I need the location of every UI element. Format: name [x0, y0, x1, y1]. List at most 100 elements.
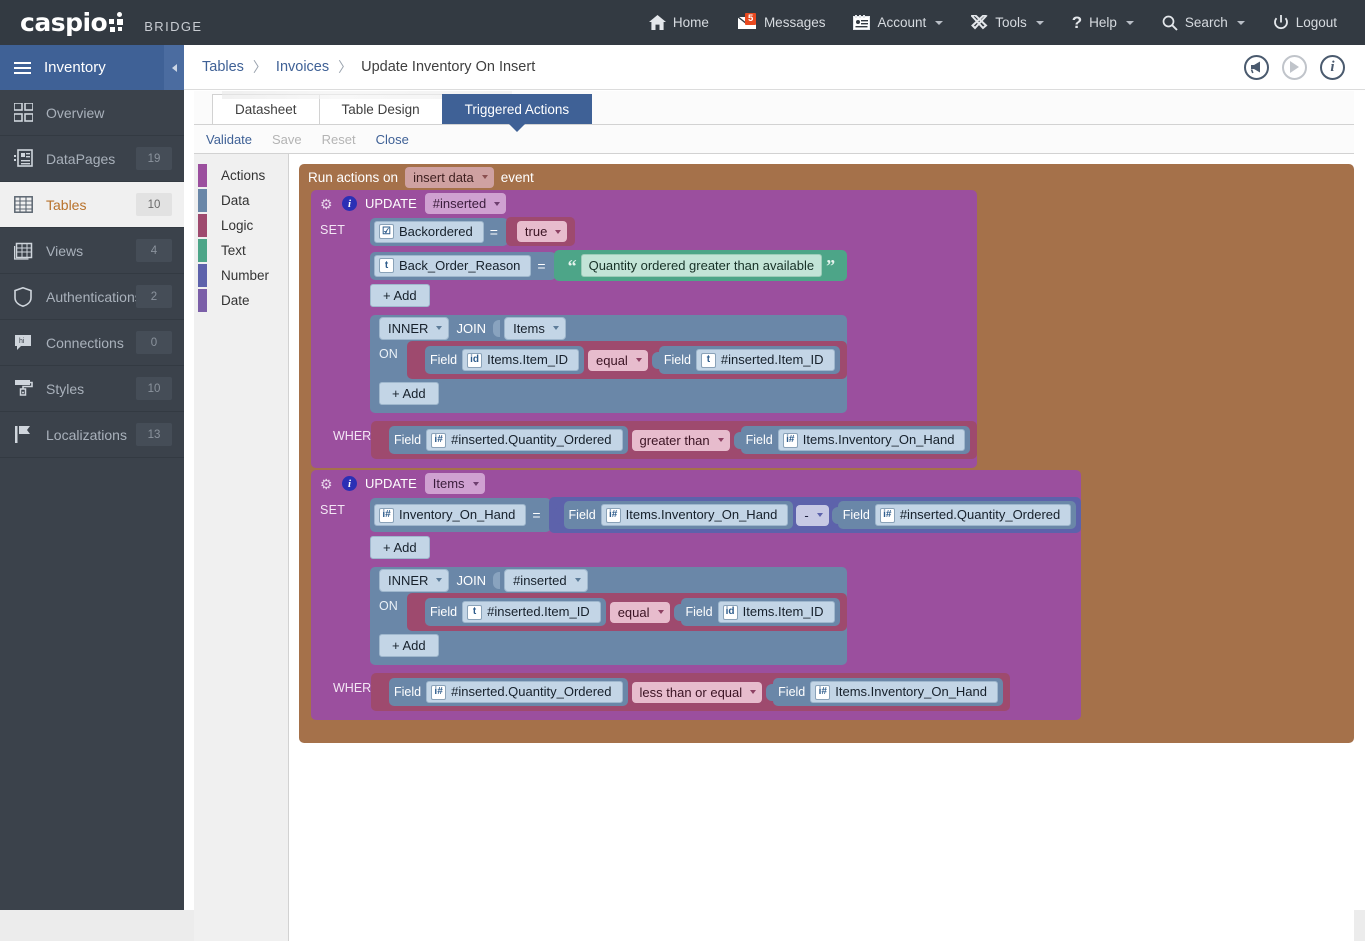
comparison-operator-dropdown[interactable]: equal: [588, 349, 648, 371]
sidebar-app-header[interactable]: Inventory: [0, 45, 184, 90]
on-right-field-block[interactable]: Field t #inserted.Item_ID: [658, 346, 840, 374]
save-button[interactable]: Save: [272, 132, 302, 147]
on-condition-block[interactable]: Field t #inserted.Item_ID equal Field id…: [407, 593, 847, 631]
add-join-button[interactable]: + Add: [379, 382, 439, 405]
sidebar-item-tables[interactable]: Tables 10: [0, 182, 184, 228]
on-right-field-block[interactable]: Field id Items.Item_ID: [680, 598, 840, 626]
info-icon[interactable]: i: [1320, 54, 1345, 80]
nav-help[interactable]: ? Help: [1058, 0, 1148, 45]
comparison-operator-dropdown[interactable]: equal: [609, 601, 670, 623]
action-block-update-items[interactable]: ⚙ i UPDATE Items SET i# Inventory_On_Han…: [311, 470, 1082, 720]
block-canvas[interactable]: Run actions on insert data event ⚙ i UPD…: [289, 154, 1354, 941]
comparison-operator-dropdown[interactable]: greater than: [631, 429, 730, 451]
set-assignment-2[interactable]: t Back_Order_Reason =: [370, 251, 556, 280]
join-type-dropdown[interactable]: INNER: [379, 568, 450, 592]
action-target-dropdown[interactable]: Items: [424, 473, 485, 494]
info-icon[interactable]: i: [342, 476, 357, 491]
reset-button[interactable]: Reset: [322, 132, 356, 147]
boolean-value-dropdown[interactable]: true: [516, 221, 568, 242]
add-join-button[interactable]: + Add: [379, 634, 439, 657]
set-field-dropdown[interactable]: t Back_Order_Reason: [374, 254, 532, 277]
expr-left-field-block[interactable]: Field i# Items.Inventory_On_Hand: [563, 501, 794, 529]
join-table-dropdown[interactable]: #inserted: [504, 568, 588, 592]
field-dropdown[interactable]: i# Items.Inventory_On_Hand: [777, 429, 966, 451]
join-block[interactable]: INNER JOIN #inserted ON Field t #inserte…: [370, 567, 847, 665]
nav-messages[interactable]: 5 Messages: [723, 0, 840, 45]
sidebar-item-datapages[interactable]: DataPages 19: [0, 136, 184, 182]
where-right-field-block[interactable]: Field i# Items.Inventory_On_Hand: [773, 678, 1003, 706]
field-name: #inserted.Item_ID: [487, 604, 590, 619]
breadcrumb-invoices[interactable]: Invoices: [276, 59, 329, 75]
close-button[interactable]: Close: [376, 132, 409, 147]
set-field-dropdown[interactable]: ☑ Backordered: [374, 220, 484, 243]
field-dropdown[interactable]: i# Items.Inventory_On_Hand: [810, 681, 998, 703]
text-value-block[interactable]: “ Quantity ordered greater than availabl…: [553, 250, 848, 281]
text-field-icon: t: [379, 258, 394, 273]
set-field-dropdown[interactable]: i# Inventory_On_Hand: [374, 504, 527, 526]
action-target-dropdown[interactable]: #inserted: [424, 193, 507, 214]
nav-account[interactable]: Account: [839, 0, 957, 45]
logic-value-block[interactable]: true: [505, 217, 576, 246]
palette-item-date[interactable]: Date: [194, 288, 288, 313]
arithmetic-expression-block[interactable]: Field i# Items.Inventory_On_Hand - Field…: [548, 497, 1082, 533]
megaphone-icon[interactable]: [1244, 54, 1269, 80]
where-left-field-block[interactable]: Field i# #inserted.Quantity_Ordered: [389, 426, 628, 454]
where-left-field-block[interactable]: Field i# #inserted.Quantity_Ordered: [389, 678, 628, 706]
on-left-field-block[interactable]: Field t #inserted.Item_ID: [425, 598, 606, 626]
text-literal-value[interactable]: Quantity ordered greater than available: [580, 254, 823, 277]
expr-right-field-block[interactable]: Field i# #inserted.Quantity_Ordered: [837, 501, 1077, 529]
field-dropdown[interactable]: i# #inserted.Quantity_Ordered: [426, 429, 623, 451]
play-icon[interactable]: [1282, 54, 1307, 80]
sidebar-item-label: DataPages: [46, 150, 116, 167]
gear-icon[interactable]: ⚙: [320, 197, 334, 211]
palette-item-actions[interactable]: Actions: [194, 163, 288, 188]
arithmetic-operator-dropdown[interactable]: -: [796, 504, 829, 526]
field-dropdown[interactable]: i# Items.Inventory_On_Hand: [600, 504, 789, 526]
hamburger-menu-icon[interactable]: [14, 59, 31, 77]
where-condition-block[interactable]: Field i# #inserted.Quantity_Ordered: [371, 421, 978, 459]
set-assignment-1[interactable]: ☑ Backordered =: [370, 217, 508, 246]
sidebar-item-connections[interactable]: hi Connections 0: [0, 320, 184, 366]
where-right-field-block[interactable]: Field i# Items.Inventory_On_Hand: [740, 426, 971, 454]
field-dropdown[interactable]: id Items.Item_ID: [717, 601, 835, 623]
trigger-event-dropdown[interactable]: insert data: [405, 166, 494, 188]
on-condition-block[interactable]: Field id Items.Item_ID equal Field t #in…: [407, 341, 847, 379]
breadcrumb-tables[interactable]: Tables: [202, 59, 244, 75]
sidebar-item-authentications[interactable]: Authentications 2: [0, 274, 184, 320]
nav-search[interactable]: Search: [1148, 0, 1259, 45]
field-dropdown[interactable]: i# #inserted.Quantity_Ordered: [874, 504, 1072, 526]
sidebar-item-localizations[interactable]: Localizations 13: [0, 412, 184, 458]
sidebar-item-styles[interactable]: Styles 10: [0, 366, 184, 412]
sidebar-collapse-button[interactable]: [164, 45, 184, 90]
nav-tools[interactable]: Tools: [957, 0, 1058, 45]
join-type-dropdown[interactable]: INNER: [379, 316, 450, 340]
where-condition-block[interactable]: Field i# #inserted.Quantity_Ordered: [371, 673, 1010, 711]
sidebar-item-overview[interactable]: Overview: [0, 90, 184, 136]
join-table-dropdown[interactable]: Items: [504, 316, 566, 340]
palette-item-text[interactable]: Text: [194, 238, 288, 263]
add-set-row-button[interactable]: + Add: [370, 284, 430, 307]
on-left-field-block[interactable]: Field id Items.Item_ID: [425, 346, 585, 374]
sidebar-item-views[interactable]: Views 4: [0, 228, 184, 274]
field-dropdown[interactable]: t #inserted.Item_ID: [695, 349, 835, 371]
palette-item-logic[interactable]: Logic: [194, 213, 288, 238]
tab-triggered-actions[interactable]: Triggered Actions: [441, 94, 593, 132]
field-name: #inserted.Quantity_Ordered: [899, 507, 1061, 522]
set-assignment[interactable]: i# Inventory_On_Hand =: [370, 498, 551, 532]
field-keyword: Field: [663, 353, 691, 367]
field-dropdown[interactable]: t #inserted.Item_ID: [462, 601, 601, 623]
add-set-row-button[interactable]: + Add: [370, 536, 430, 559]
gear-icon[interactable]: ⚙: [320, 477, 334, 491]
field-dropdown[interactable]: id Items.Item_ID: [462, 349, 580, 371]
join-block[interactable]: INNER JOIN Items ON Field id Items.Item_…: [370, 315, 847, 413]
trigger-event-block[interactable]: Run actions on insert data event ⚙ i UPD…: [299, 164, 1354, 743]
palette-item-number[interactable]: Number: [194, 263, 288, 288]
nav-logout[interactable]: Logout: [1259, 0, 1351, 45]
field-dropdown[interactable]: i# #inserted.Quantity_Ordered: [426, 681, 623, 703]
comparison-operator-dropdown[interactable]: less than or equal: [631, 681, 763, 703]
nav-home[interactable]: Home: [635, 0, 723, 45]
palette-item-data[interactable]: Data: [194, 188, 288, 213]
info-icon[interactable]: i: [342, 196, 357, 211]
validate-button[interactable]: Validate: [206, 132, 252, 147]
action-block-update-inserted[interactable]: ⚙ i UPDATE #inserted SET ☑ Backordered =…: [311, 190, 978, 468]
